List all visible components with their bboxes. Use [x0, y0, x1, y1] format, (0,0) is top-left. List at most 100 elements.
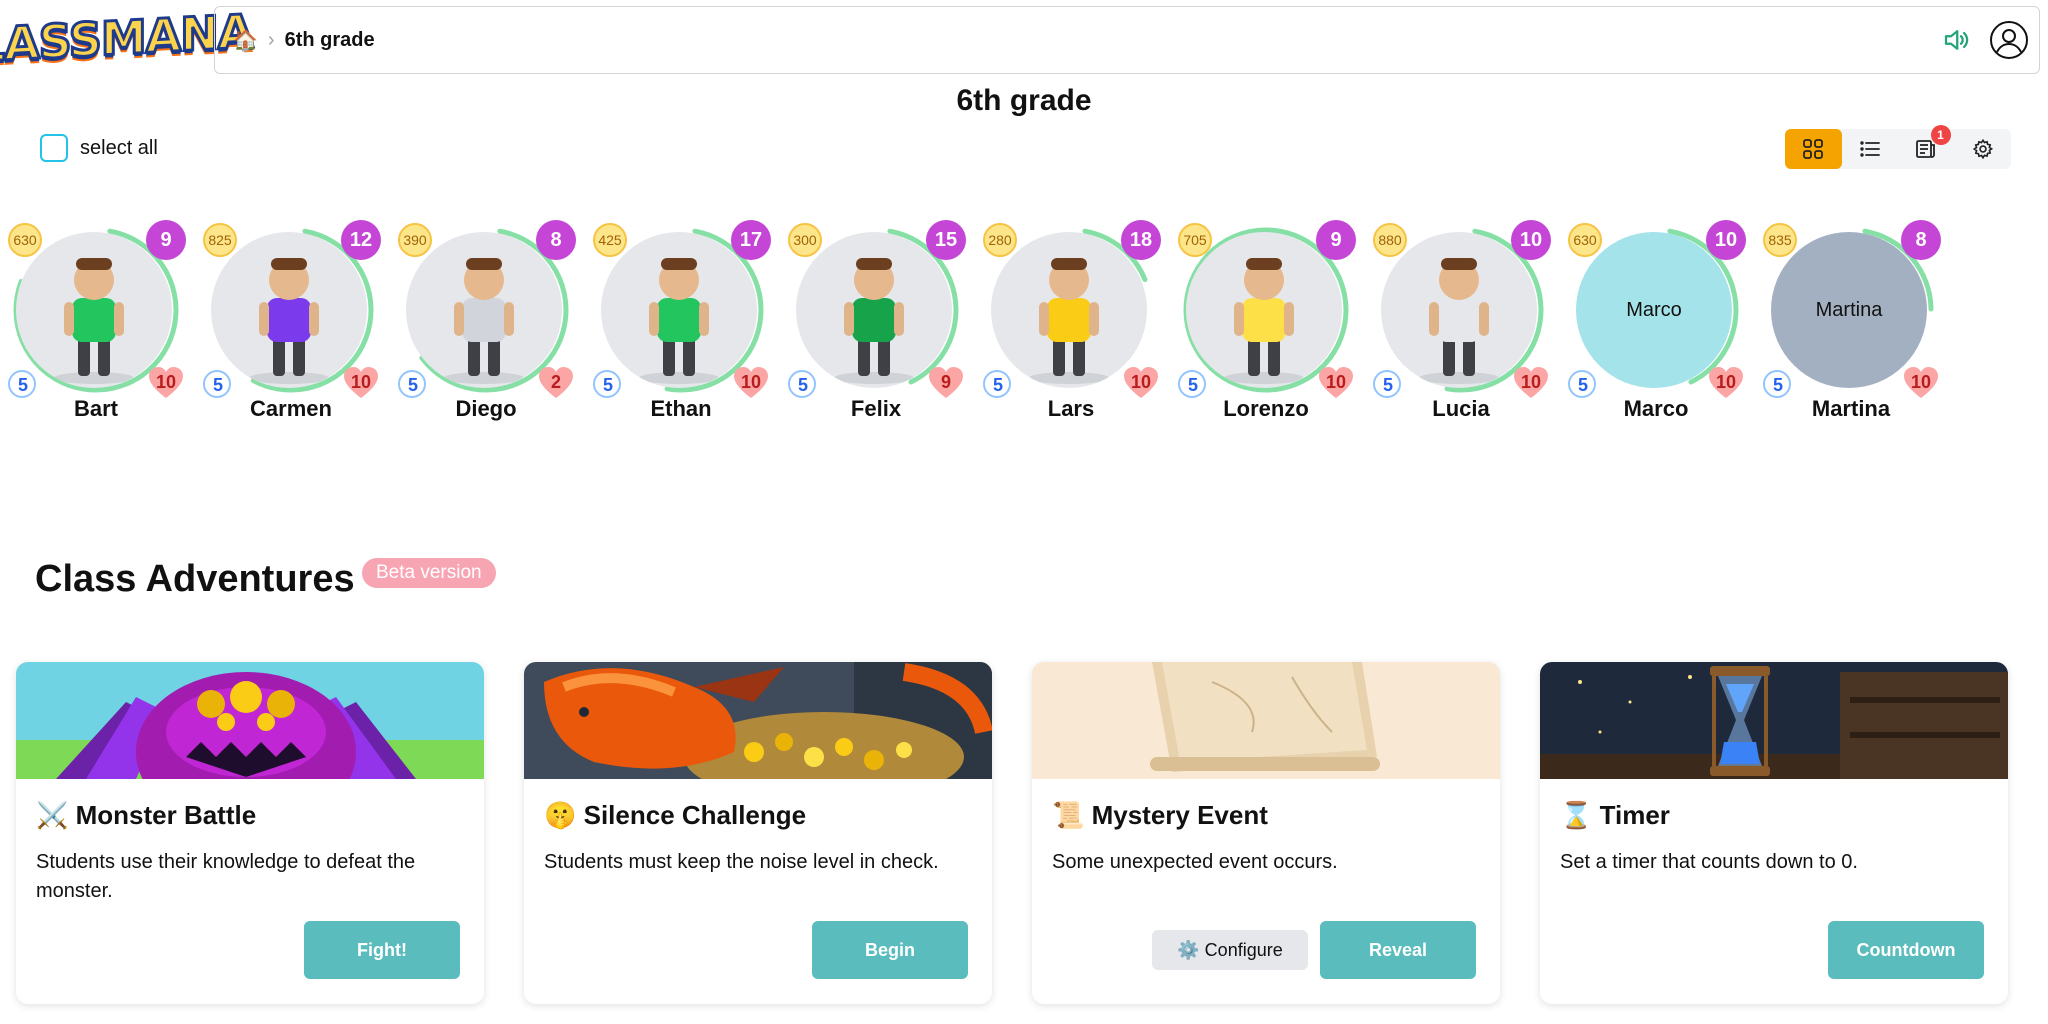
card-description: Some unexpected event occurs.: [1052, 851, 1338, 873]
student-name: Lucia: [1432, 396, 1490, 421]
level-badge: 15: [926, 220, 966, 260]
hearts-badge: 2: [538, 366, 574, 400]
card-description: Set a timer that counts down to 0.: [1560, 851, 1858, 873]
level-badge: 10: [1706, 220, 1746, 260]
speaker-icon[interactable]: [1941, 25, 1971, 55]
coin-badge: 630: [8, 223, 42, 257]
hearts-badge: 10: [733, 366, 769, 400]
student-card[interactable]: Martina 835 8 5 10 Martina: [1761, 220, 1941, 430]
begin-button[interactable]: Begin: [812, 921, 968, 979]
student-name: Lorenzo: [1223, 396, 1309, 421]
mana-value: 5: [17, 374, 28, 395]
beta-badge: Beta version: [362, 558, 496, 588]
level-badge: 9: [1316, 220, 1356, 260]
card-title: ⚔️ Monster Battle: [36, 800, 257, 830]
hourglass-image: [1540, 662, 2008, 779]
coin-badge: 880: [1373, 223, 1407, 257]
hearts-badge: 10: [148, 366, 184, 400]
fight-button[interactable]: Fight!: [304, 921, 460, 979]
hearts-badge: 10: [1903, 366, 1939, 400]
avatar-figure: [1419, 258, 1499, 384]
student-card[interactable]: 425 17 5 10 Ethan: [591, 220, 771, 430]
settings-button[interactable]: [1955, 129, 2012, 169]
adventure-card-silence-challenge: 🤫 Silence Challenge Students must keep t…: [524, 662, 992, 1004]
mana-value: 5: [1772, 374, 1783, 395]
countdown-button[interactable]: Countdown: [1828, 921, 1984, 979]
avatar: Marco: [1576, 232, 1732, 388]
card-title: 📜 Mystery Event: [1052, 800, 1268, 830]
student-card[interactable]: 880 10 5 10 Lucia: [1371, 220, 1551, 430]
hearts-value: 2: [550, 371, 561, 392]
mana-value: 5: [407, 374, 418, 395]
list-view-button[interactable]: [1842, 129, 1899, 169]
hearts-value: 9: [940, 371, 951, 392]
hearts-value: 10: [1715, 371, 1737, 392]
card-title: 🤫 Silence Challenge: [544, 800, 807, 830]
classmana-logo[interactable]: CLASSMANA: [0, 2, 254, 75]
monster-battle-image: [16, 662, 484, 779]
dragon-image: [524, 662, 992, 779]
gear-icon: [1972, 138, 1993, 160]
student-card[interactable]: Marco 630 10 5 10 Marco: [1566, 220, 1746, 430]
avatar-wrap: Marco 630 10 5 10: [1566, 220, 1746, 400]
select-all-checkbox[interactable]: [40, 134, 68, 162]
coin-badge: 425: [593, 223, 627, 257]
mana-value: 5: [602, 374, 613, 395]
student-card[interactable]: 280 18 5 10 Lars: [981, 220, 1161, 430]
configure-button[interactable]: ⚙️ Configure: [1152, 930, 1308, 970]
news-button[interactable]: 1: [1898, 125, 1955, 169]
level-badge: 8: [1901, 220, 1941, 260]
level-badge: 10: [1511, 220, 1551, 260]
avatar-wrap: 825 12 5 10: [201, 220, 381, 400]
student-card[interactable]: 300 15 5 9 Felix: [786, 220, 966, 430]
student-name: Martina: [1811, 396, 1891, 421]
avatar: Martina: [1771, 232, 1927, 388]
hearts-value: 10: [1130, 371, 1152, 392]
coin-badge: 390: [398, 223, 432, 257]
avatar-initial-name: Marco: [1626, 298, 1682, 321]
adventure-card-mystery-event: 📜 Mystery Event Some unexpected event oc…: [1032, 662, 1500, 1004]
hearts-badge: 10: [1123, 366, 1159, 400]
student-name: Lars: [1047, 396, 1095, 421]
avatar-figure: [444, 258, 524, 384]
chevron-right-icon: ›: [267, 28, 275, 51]
mana-value: 5: [212, 374, 223, 395]
avatar: [991, 232, 1147, 388]
list-icon: [1860, 141, 1880, 157]
adventures-title: Class Adventures: [35, 558, 355, 600]
coin-badge: 835: [1763, 223, 1797, 257]
student-name: Felix: [850, 396, 902, 421]
grid-view-button[interactable]: [1785, 129, 1842, 169]
user-profile-icon[interactable]: [1989, 20, 2029, 60]
student-card[interactable]: 705 9 5 10 Lorenzo: [1176, 220, 1356, 430]
reveal-button[interactable]: Reveal: [1320, 921, 1476, 979]
view-toolbar: 1: [1785, 125, 2012, 169]
adventure-card-monster-battle: ⚔️ Monster Battle Students use their kno…: [16, 662, 484, 1004]
select-all[interactable]: select all: [40, 134, 158, 162]
avatar: [601, 232, 757, 388]
student-name: Carmen: [250, 396, 332, 421]
hearts-badge: 10: [1708, 366, 1744, 400]
avatar-wrap: 880 10 5 10: [1371, 220, 1551, 400]
avatar-wrap: 425 17 5 10: [591, 220, 771, 400]
avatar-figure: [54, 258, 134, 384]
avatar-figure: [834, 258, 914, 384]
avatar-figure: [639, 258, 719, 384]
avatar-wrap: 300 15 5 9: [786, 220, 966, 400]
avatar-wrap: 705 9 5 10: [1176, 220, 1356, 400]
adventure-cards: ⚔️ Monster Battle Students use their kno…: [16, 662, 2036, 1004]
home-icon[interactable]: 🏠: [233, 28, 258, 53]
mana-value: 5: [992, 374, 1003, 395]
level-badge: 17: [731, 220, 771, 260]
coin-badge: 300: [788, 223, 822, 257]
student-card[interactable]: 825 12 5 10 Carmen: [201, 220, 381, 430]
page-title: 6th grade: [956, 84, 1092, 117]
mana-value: 5: [797, 374, 808, 395]
breadcrumb-current: 6th grade: [284, 28, 375, 51]
avatar-figure: [1029, 258, 1109, 384]
student-card[interactable]: 630 9 5 10 Bart: [6, 220, 186, 430]
hearts-value: 10: [1520, 371, 1542, 392]
mana-value: 5: [1382, 374, 1393, 395]
student-card[interactable]: 390 8 5 2 Diego: [396, 220, 576, 430]
level-badge: 18: [1121, 220, 1161, 260]
